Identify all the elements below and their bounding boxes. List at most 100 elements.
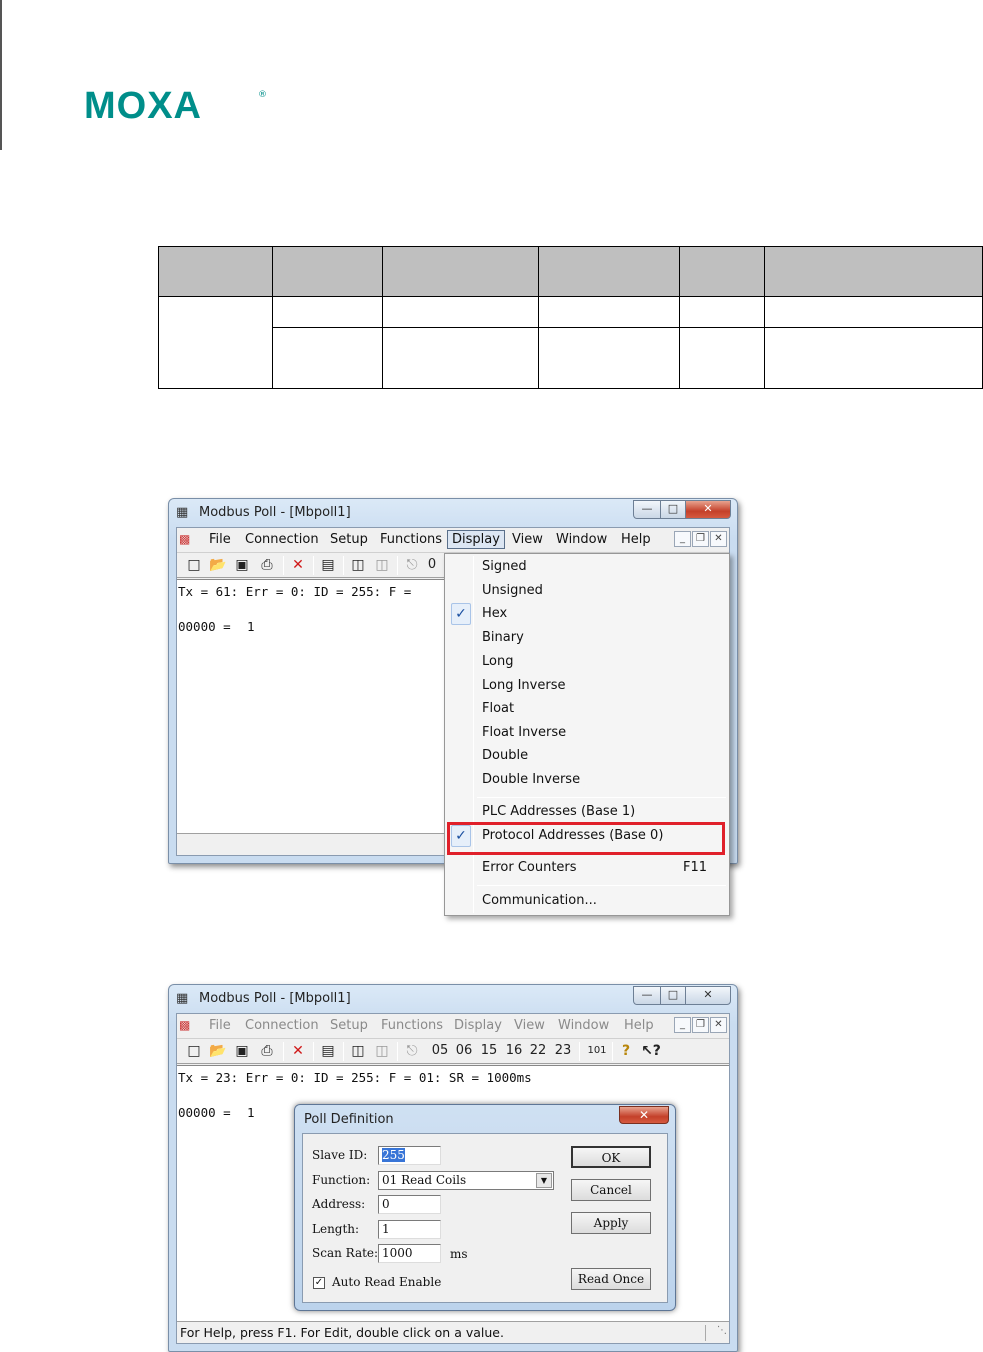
- print-icon[interactable]: ⎙: [257, 1042, 277, 1060]
- table-row: [159, 327, 983, 389]
- resize-grip-icon[interactable]: ⋱: [705, 1325, 727, 1341]
- maximize-button[interactable]: □: [660, 986, 686, 1005]
- minimize-button[interactable]: —: [633, 986, 661, 1005]
- mdi-minimize-button[interactable]: _: [674, 1017, 691, 1033]
- menu-item-long-inverse[interactable]: Long Inverse: [445, 675, 729, 697]
- document-icon[interactable]: ▩: [179, 1018, 190, 1032]
- disconnect-icon[interactable]: ◫: [373, 1042, 391, 1060]
- function-22-button[interactable]: 22: [529, 1042, 547, 1060]
- function-code-button[interactable]: 0: [427, 556, 437, 574]
- mdi-close-button[interactable]: ✕: [710, 531, 727, 547]
- window-icon[interactable]: ▤: [319, 1042, 337, 1060]
- toolbar-separator: [579, 1042, 580, 1061]
- apply-button[interactable]: Apply: [571, 1212, 651, 1234]
- close-button[interactable]: ✕: [685, 986, 731, 1005]
- title-bar[interactable]: ▦ Modbus Poll - [Mbpoll1] — □ ✕: [169, 985, 737, 1013]
- auto-read-checkbox[interactable]: ✓: [313, 1277, 325, 1289]
- menu-file[interactable]: File: [209, 532, 231, 547]
- menu-functions[interactable]: Functions: [381, 1018, 443, 1033]
- menu-file[interactable]: File: [209, 1018, 231, 1033]
- document-icon[interactable]: ▩: [179, 532, 190, 546]
- mdi-close-button[interactable]: ✕: [710, 1017, 727, 1033]
- menu-window[interactable]: Window: [558, 1018, 609, 1033]
- context-help-icon[interactable]: ↖?: [641, 1042, 661, 1060]
- scan-rate-input[interactable]: 1000: [378, 1244, 441, 1263]
- function-101-button[interactable]: 101: [585, 1042, 609, 1060]
- menu-setup[interactable]: Setup: [330, 1018, 368, 1033]
- menu-item-plc-addresses[interactable]: PLC Addresses (Base 1): [445, 801, 729, 823]
- toolbar-separator: [343, 556, 344, 575]
- delete-icon[interactable]: ✕: [289, 1042, 307, 1060]
- menu-item-binary[interactable]: Binary: [445, 627, 729, 649]
- open-folder-icon[interactable]: 📂: [209, 1042, 227, 1060]
- register-value[interactable]: 1: [247, 1105, 255, 1120]
- menu-item-communication[interactable]: Communication...: [445, 890, 729, 912]
- function-23-button[interactable]: 23: [554, 1042, 572, 1060]
- dialog-close-button[interactable]: ✕: [619, 1106, 669, 1124]
- slave-id-input[interactable]: 255: [378, 1146, 441, 1165]
- menu-item-float-inverse[interactable]: Float Inverse: [445, 722, 729, 744]
- menu-view[interactable]: View: [514, 1018, 545, 1033]
- register-value[interactable]: 1: [247, 619, 255, 634]
- disconnect-icon[interactable]: ◫: [373, 556, 391, 574]
- menu-connection[interactable]: Connection: [245, 532, 319, 547]
- menu-item-double-inverse[interactable]: Double Inverse: [445, 769, 729, 791]
- read-once-button[interactable]: Read Once: [571, 1268, 651, 1290]
- function-16-button[interactable]: 16: [505, 1042, 523, 1060]
- menu-setup[interactable]: Setup: [330, 532, 368, 547]
- menu-item-signed[interactable]: Signed: [445, 556, 729, 578]
- menu-item-error-counters[interactable]: Error Counters F11: [445, 857, 729, 879]
- mdi-minimize-button[interactable]: _: [674, 531, 691, 547]
- table-cell: [271, 296, 383, 328]
- menu-functions[interactable]: Functions: [380, 532, 442, 547]
- menu-window[interactable]: Window: [556, 532, 607, 547]
- toolbar-separator: [397, 1042, 398, 1061]
- table-cell: [679, 296, 766, 328]
- menu-item-long[interactable]: Long: [445, 651, 729, 673]
- address-input[interactable]: 0: [378, 1195, 441, 1214]
- ok-button[interactable]: OK: [571, 1146, 651, 1168]
- new-icon[interactable]: □: [185, 1042, 203, 1060]
- save-icon[interactable]: ▣: [233, 1042, 251, 1060]
- title-bar[interactable]: ▦ Modbus Poll - [Mbpoll1] — □ ✕: [169, 499, 737, 527]
- menu-display[interactable]: Display: [447, 530, 505, 549]
- menu-item-float[interactable]: Float: [445, 698, 729, 720]
- auto-read-label: Auto Read Enable: [332, 1275, 442, 1289]
- minimize-button[interactable]: —: [633, 500, 661, 519]
- dropdown-arrow-icon[interactable]: ▼: [536, 1173, 552, 1188]
- pulse-icon[interactable]: ⎋: [403, 556, 421, 574]
- pulse-icon[interactable]: ⎋: [403, 1042, 421, 1060]
- mdi-restore-button[interactable]: ❐: [692, 531, 709, 547]
- menu-view[interactable]: View: [512, 532, 543, 547]
- function-select[interactable]: 01 Read Coils ▼: [378, 1171, 554, 1190]
- menu-help[interactable]: Help: [621, 532, 651, 547]
- connect-icon[interactable]: ◫: [349, 556, 367, 574]
- menu-item-hex[interactable]: ✓ Hex: [445, 603, 729, 625]
- toolbar-separator: [313, 556, 314, 575]
- menu-help[interactable]: Help: [624, 1018, 654, 1033]
- connect-icon[interactable]: ◫: [349, 1042, 367, 1060]
- maximize-button[interactable]: □: [660, 500, 686, 519]
- function-15-button[interactable]: 15: [480, 1042, 498, 1060]
- function-06-button[interactable]: 06: [455, 1042, 473, 1060]
- new-icon[interactable]: □: [185, 556, 203, 574]
- delete-icon[interactable]: ✕: [289, 556, 307, 574]
- menu-display[interactable]: Display: [454, 1018, 502, 1033]
- function-label: Function:: [312, 1173, 371, 1187]
- help-icon[interactable]: ?: [619, 1042, 633, 1060]
- window-icon[interactable]: ▤: [319, 556, 337, 574]
- length-input[interactable]: 1: [378, 1220, 441, 1239]
- menu-item-double[interactable]: Double: [445, 745, 729, 767]
- menu-connection[interactable]: Connection: [245, 1018, 319, 1033]
- menu-item-unsigned[interactable]: Unsigned: [445, 580, 729, 602]
- length-label: Length:: [312, 1222, 360, 1236]
- app-icon: ▦: [176, 991, 189, 1006]
- spec-table: [158, 246, 983, 389]
- cancel-button[interactable]: Cancel: [571, 1179, 651, 1201]
- open-folder-icon[interactable]: 📂: [209, 556, 227, 574]
- print-icon[interactable]: ⎙: [257, 556, 277, 574]
- mdi-restore-button[interactable]: ❐: [692, 1017, 709, 1033]
- function-05-button[interactable]: 05: [431, 1042, 449, 1060]
- close-button[interactable]: ✕: [685, 500, 731, 519]
- save-icon[interactable]: ▣: [233, 556, 251, 574]
